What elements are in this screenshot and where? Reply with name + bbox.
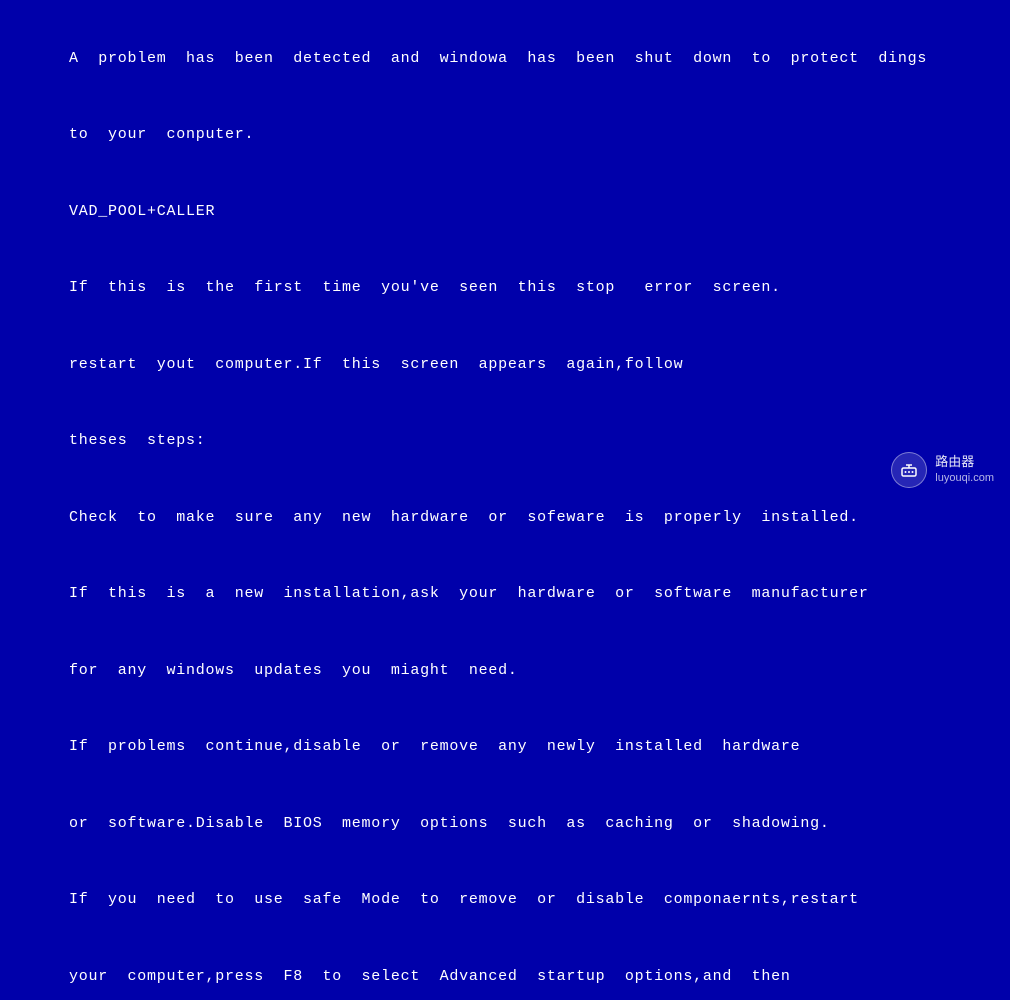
bsod-line7: Check to make sure any new hardware or s… <box>69 509 859 526</box>
watermark-icon <box>891 452 927 488</box>
bsod-line5: restart yout computer.If this screen app… <box>69 356 683 373</box>
bsod-line12: If you need to use safe Mode to remove o… <box>69 891 859 908</box>
bsod-line11: or software.Disable BIOS memory options … <box>69 815 830 832</box>
bsod-line3: VAD_POOL+CALLER <box>69 203 215 220</box>
watermark-site-name: 路由器 <box>935 454 994 471</box>
bsod-screen: A problem has been detected and windowa … <box>0 0 1010 500</box>
bsod-line2: to your conputer. <box>69 126 254 143</box>
bsod-line1: A problem has been detected and windowa … <box>69 50 927 67</box>
bsod-line6: theses steps: <box>69 432 206 449</box>
bsod-line9: for any windows updates you miaght need. <box>69 662 518 679</box>
bsod-line10: If problems continue,disable or remove a… <box>69 738 800 755</box>
bsod-line4: If this is the first time you've seen th… <box>69 279 781 296</box>
watermark-label: 路由器 luyouqi.com <box>935 454 994 485</box>
bsod-line13: your computer,press F8 to select Advance… <box>69 968 791 985</box>
watermark-url: luyouqi.com <box>935 471 994 485</box>
router-icon <box>899 460 919 480</box>
watermark: 路由器 luyouqi.com <box>891 452 994 488</box>
bsod-line8: If this is a new installation,ask your h… <box>69 585 869 602</box>
bsod-content: A problem has been detected and windowa … <box>30 20 980 1000</box>
